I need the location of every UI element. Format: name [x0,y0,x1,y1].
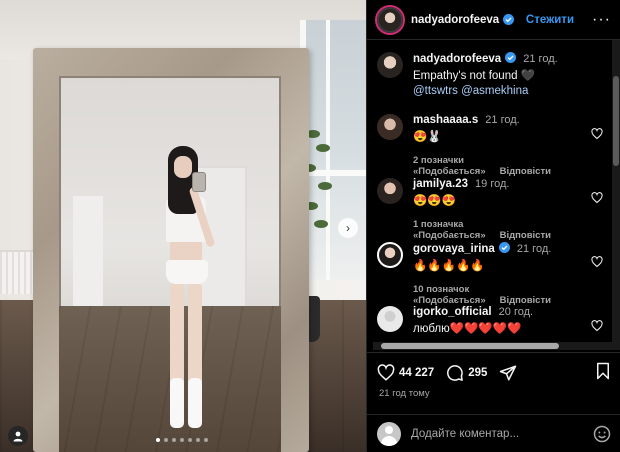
like-comment-heart-icon[interactable] [591,320,603,332]
comments-vertical-scrollbar[interactable] [612,40,620,350]
caption-text: Empathy's not found 🖤 [413,70,535,82]
commenter-avatar[interactable] [377,242,403,268]
post-actions-bar: 44 227 295 [367,352,620,392]
comments-list[interactable]: nadyadorofeeva 21 год. Empathy's not fou… [367,40,613,350]
reply-button[interactable]: Відповісти [500,166,551,177]
likes-count[interactable]: 44 227 [399,367,434,379]
comments-count[interactable]: 295 [468,367,487,379]
comment-text: 😍😍😍 [413,195,456,207]
comment-username[interactable]: mashaaaa.s [413,114,478,126]
emoji-picker-icon[interactable] [593,425,611,443]
post-side-panel: nadyadorofeeva Стежити ··· nadyadorofeev… [366,0,620,452]
comment-text: 😍🐰 [413,131,442,143]
post-timestamp[interactable]: 21 год тому [379,388,430,399]
carousel-dot [180,438,184,442]
post-photo[interactable]: › [0,0,366,452]
like-comment-heart-icon[interactable] [591,192,603,204]
carousel-dot [196,438,200,442]
author-avatar[interactable] [377,52,403,78]
author-avatar[interactable] [377,6,403,33]
comment-likes[interactable]: 1 позначка «Подобається» [413,219,486,241]
comment-text: люблю❤️❤️❤️❤️❤️ [413,323,522,335]
carousel-dot [164,438,168,442]
comment-time: 20 год. [498,306,534,318]
comment-bubble-icon[interactable] [446,364,464,382]
commenter-avatar[interactable] [377,114,403,140]
author-username[interactable]: nadyadorofeeva [411,14,499,26]
commenter-avatar[interactable] [377,306,403,332]
comment-username[interactable]: gorovaya_irina [413,243,495,255]
verified-badge-icon [505,52,517,63]
verified-badge-icon [498,242,510,253]
commenter-avatar[interactable] [377,178,403,204]
photo-mirror-frame [33,48,309,452]
comment-username[interactable]: igorko_official [413,306,492,318]
like-comment-heart-icon[interactable] [591,256,603,268]
carousel-dot [156,438,160,442]
like-comment-heart-icon[interactable] [591,128,603,140]
like-heart-icon[interactable] [377,363,395,382]
more-options-icon[interactable]: ··· [592,11,611,28]
comment-time: 21 год. [516,243,552,255]
comment-time: 19 год. [475,178,510,190]
carousel-dots [156,438,208,442]
follow-button[interactable]: Стежити [526,14,574,26]
share-paper-plane-icon[interactable] [499,364,517,382]
comment-likes[interactable]: 10 позначок «Подобається» [413,284,486,306]
reply-button[interactable]: Відповісти [500,295,551,306]
caption-username[interactable]: nadyadorofeeva [413,53,501,65]
carousel-dot [172,438,176,442]
photo-person [154,146,234,446]
comment-composer [367,414,620,452]
comment-likes[interactable]: 2 позначки «Подобається» [413,155,486,177]
phone-icon [192,172,206,192]
comments-horizontal-scrollbar[interactable] [373,342,613,350]
comment-username[interactable]: jamilya.23 [413,178,468,190]
comment-time: 21 год. [485,114,520,126]
tagged-users-button[interactable] [8,426,28,446]
current-user-avatar [377,421,401,446]
carousel-dot [204,438,208,442]
person-icon [13,431,23,442]
caption-mentions[interactable]: @ttswtrs @asmekhina [413,85,593,97]
photo-mirror-glass [59,76,281,452]
caption-time: 21 год. [523,53,558,65]
comment-input[interactable] [411,427,593,440]
carousel-dot [188,438,192,442]
bookmark-icon[interactable] [595,362,611,380]
reply-button[interactable]: Відповісти [500,230,551,241]
carousel-next-button[interactable]: › [338,218,358,238]
verified-badge-icon [503,14,515,25]
comment-text: 🔥🔥🔥🔥🔥 [413,260,485,272]
post-header: nadyadorofeeva Стежити ··· [367,0,620,40]
